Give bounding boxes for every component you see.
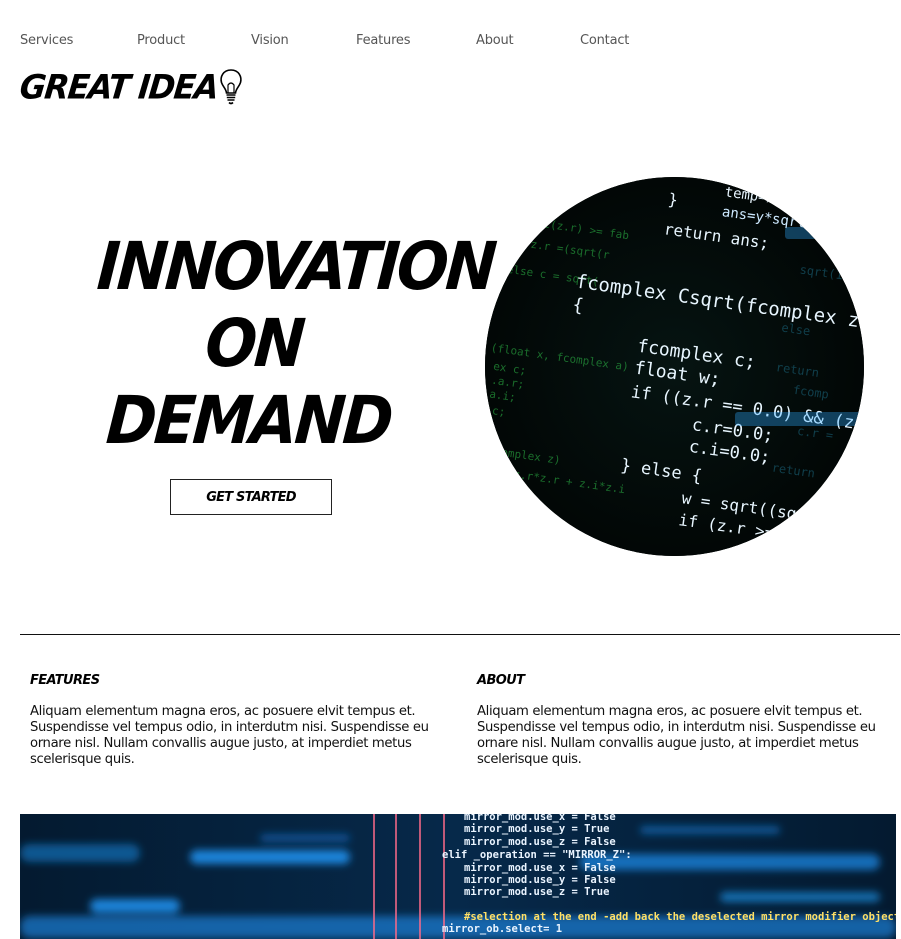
code-line: mirror_ob.select= 1 — [442, 923, 562, 935]
code-line: mirror_mod.use_y = True — [464, 823, 609, 835]
nav-contact[interactable]: Contact — [580, 33, 629, 51]
code-line: mirror_mod.use_y = False — [464, 874, 616, 886]
code-line: mirror_mod.use_z = False — [464, 836, 616, 848]
code-banner-graphic: mirror_mod.use_x = False mirror_mod.use_… — [20, 814, 896, 939]
code-line: mirror_mod.use_x = False — [464, 862, 616, 874]
code-line: c.r — [729, 541, 758, 556]
site-logo[interactable]: GREAT IDEA — [17, 67, 245, 107]
code-line: elif _operation == "MIRROR_Z": — [442, 849, 632, 861]
top-nav: Services Product Vision Features About C… — [20, 33, 629, 51]
nav-vision[interactable]: Vision — [251, 33, 356, 51]
get-started-button[interactable]: GET STARTED — [170, 479, 332, 515]
code-banner-image: mirror_mod.use_x = False mirror_mod.use_… — [20, 814, 896, 939]
code-line: mirror_mod.use_z = True — [464, 886, 609, 898]
features-body: Aliquam elementum magna eros, ac posuere… — [30, 704, 429, 767]
nav-about[interactable]: About — [476, 33, 580, 51]
about-section: ABOUT Aliquam elementum magna eros, ac p… — [477, 672, 889, 768]
logo-text: GREAT IDEA — [17, 67, 220, 107]
hero-title-line: ON — [202, 305, 306, 382]
svg-text:c;: c; — [491, 404, 506, 419]
code-line: #selection at the end -add back the dese… — [464, 911, 896, 923]
hero-title-line: DEMAND — [103, 382, 394, 459]
nav-product[interactable]: Product — [137, 33, 251, 51]
nav-services[interactable]: Services — [20, 33, 137, 51]
code-image-graphic: I(z.r) >= fab z.r =(sqrt(r else c = sqrt… — [485, 177, 864, 556]
code-line: mirror_mod.use_x = False — [464, 814, 616, 823]
about-body: Aliquam elementum magna eros, ac posuere… — [477, 704, 876, 767]
lightbulb-icon — [219, 69, 242, 105]
hero-title-line: INNOVATION — [94, 228, 497, 305]
features-heading: FEATURES — [30, 673, 100, 688]
about-heading: ABOUT — [477, 673, 525, 688]
nav-features[interactable]: Features — [356, 33, 476, 51]
features-section: FEATURES Aliquam elementum magna eros, a… — [30, 672, 442, 768]
hero-title: INNOVATION ON DEMAND — [70, 228, 497, 459]
hero-code-image: I(z.r) >= fab z.r =(sqrt(r else c = sqrt… — [485, 177, 864, 556]
section-divider — [20, 634, 900, 635]
